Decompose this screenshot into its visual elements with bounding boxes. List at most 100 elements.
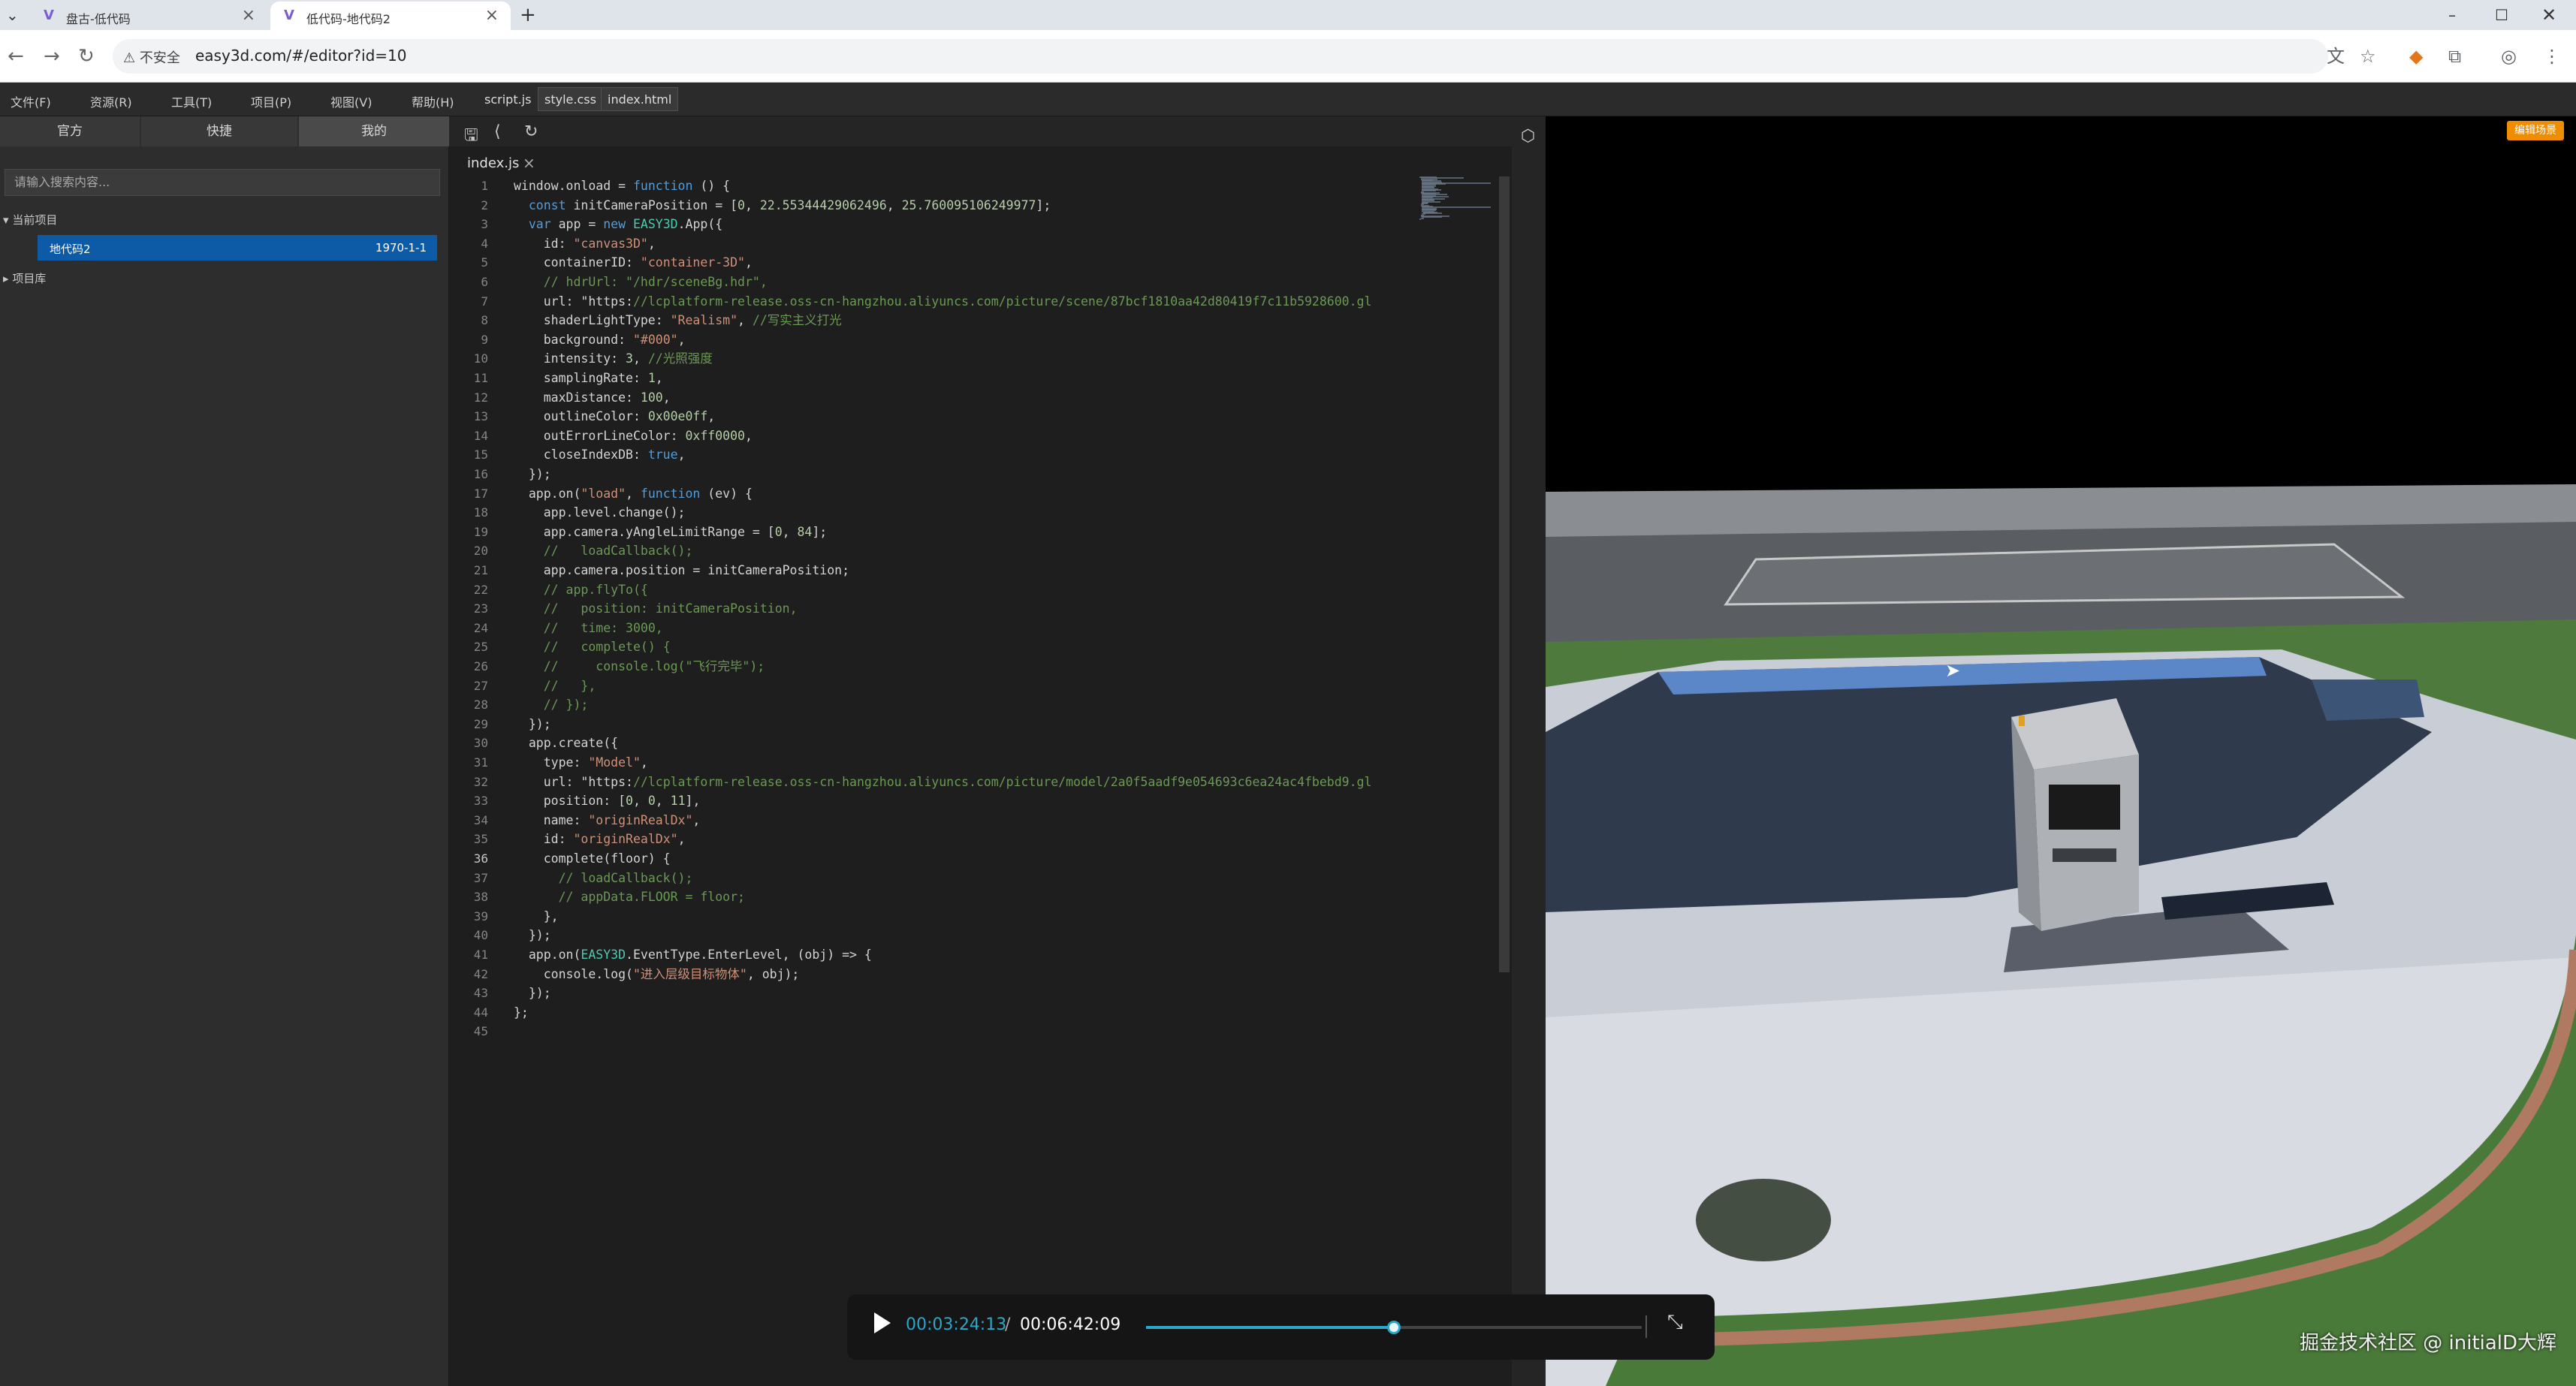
code-line: outErrorLineColor: 0xff0000,: [514, 428, 753, 443]
extensions-icon[interactable]: ⧉: [2448, 45, 2461, 68]
menu-tools[interactable]: 工具(T): [171, 92, 212, 110]
line-number: 15: [473, 447, 488, 463]
tab-index-html[interactable]: index.html: [601, 87, 679, 111]
tab-script-js[interactable]: script.js: [478, 87, 538, 111]
line-number: 28: [473, 698, 488, 713]
editor-file-tab[interactable]: index.js ×: [449, 149, 599, 176]
browser-tab-1-title: 盘古-低代码: [66, 12, 131, 26]
close-tab-icon[interactable]: ×: [485, 6, 499, 25]
tab-official[interactable]: 官方: [0, 116, 140, 146]
current-project-section[interactable]: ▾ 当前项目: [3, 212, 57, 227]
progress-knob[interactable]: [1387, 1321, 1401, 1334]
code-line: containerID: "container-3D",: [514, 255, 753, 270]
browser-tab-2-title: 低代码-地代码2: [306, 12, 391, 26]
code-line: });: [514, 716, 551, 731]
code-line: const initCameraPosition = [0, 22.553444…: [528, 197, 1051, 212]
exit-fullscreen-icon[interactable]: ⤡: [1667, 1311, 1683, 1334]
code-minimap[interactable]: [1419, 176, 1495, 221]
menu-help[interactable]: 帮助(H): [412, 92, 454, 110]
code-line: url: "https://lcplatform-release.oss-cn-…: [514, 774, 1372, 789]
project-library-label: 项目库: [12, 272, 47, 285]
code-line: id: "originRealDx",: [514, 832, 686, 847]
code-line: id: "canvas3D",: [514, 236, 656, 251]
reload-icon[interactable]: ↻: [78, 44, 95, 69]
refresh-icon[interactable]: ↻: [524, 122, 538, 141]
close-window-icon[interactable]: ✕: [2541, 0, 2556, 30]
project-row[interactable]: 地代码2 1970-1-1: [38, 235, 437, 261]
video-player-controls: 00:03:24:13 / 00:06:42:09 ⤡: [847, 1294, 1715, 1360]
bookmark-star-icon[interactable]: ☆: [2360, 45, 2376, 68]
line-number: 6: [481, 275, 488, 289]
forward-icon[interactable]: →: [44, 44, 60, 69]
play-icon[interactable]: [874, 1312, 891, 1333]
line-number: 27: [473, 678, 488, 693]
editor-scrollbar[interactable]: [1499, 176, 1510, 972]
cube-icon[interactable]: ⬡: [1521, 127, 1535, 146]
minimize-icon[interactable]: –: [2448, 0, 2456, 30]
code-line: position: [0, 0, 11],: [514, 794, 701, 809]
code-line: shaderLightType: "Realism", //写实主义打光: [514, 313, 842, 328]
editor-app: 文件(F) 资源(R) 工具(T) 项目(P) 视图(V) 帮助(H) scri…: [0, 83, 2576, 1386]
line-number: 34: [473, 812, 488, 827]
close-tab-icon[interactable]: ×: [242, 6, 255, 25]
progress-track[interactable]: [1146, 1321, 1642, 1334]
menu-resources[interactable]: 资源(R): [90, 92, 132, 110]
browser-tab-1[interactable]: V 盘古-低代码 ×: [30, 2, 267, 30]
3d-scene: [1546, 116, 2576, 1386]
watermark: 掘金技术社区 @ initialD大辉: [2300, 1332, 2557, 1354]
close-file-icon[interactable]: ×: [523, 154, 535, 172]
not-secure-badge[interactable]: ⚠ 不安全: [123, 47, 180, 67]
edit-scene-button[interactable]: 编辑场景: [2507, 121, 2564, 140]
url-input[interactable]: ⚠ 不安全 easy3d.com/#/editor?id=10: [113, 39, 2328, 74]
vue-logo-icon: V: [44, 8, 54, 23]
tree-shadow: [1696, 1179, 1831, 1261]
line-number: 43: [473, 986, 488, 1001]
back-icon[interactable]: ←: [8, 44, 24, 69]
project-date: 1970-1-1: [375, 241, 427, 255]
time-separator: /: [1005, 1315, 1011, 1334]
tab-mine[interactable]: 我的: [299, 116, 449, 146]
save-icon[interactable]: 🖫: [464, 122, 478, 151]
line-number: 37: [473, 870, 488, 885]
3d-viewport[interactable]: 编辑场景 ➤: [1546, 116, 2576, 1386]
code-line: type: "Model",: [514, 755, 648, 770]
line-number: 32: [473, 774, 488, 789]
line-number: 9: [481, 332, 488, 347]
menu-view[interactable]: 视图(V): [330, 92, 372, 110]
tab-shortcut[interactable]: 快捷: [141, 116, 297, 146]
translate-icon[interactable]: 文: [2327, 45, 2345, 68]
line-number: 18: [473, 505, 488, 520]
project-library-section[interactable]: ▸ 项目库: [3, 270, 46, 286]
caret-right-icon: ▸: [3, 272, 13, 285]
line-number: 13: [473, 409, 488, 424]
menu-bar: 文件(F) 资源(R) 工具(T) 项目(P) 视图(V) 帮助(H) scri…: [0, 83, 2576, 116]
maximize-icon[interactable]: ☐: [2495, 0, 2508, 30]
not-secure-label: 不安全: [139, 50, 180, 66]
code-line: },: [514, 908, 559, 923]
code-line: complete(floor) {: [514, 851, 671, 866]
code-line: };: [514, 1005, 529, 1020]
share-icon[interactable]: ⟨: [494, 122, 501, 141]
line-number: 23: [473, 601, 488, 616]
editor-file-tab-label: index.js: [467, 155, 520, 171]
browser-tab-2[interactable]: V 低代码-地代码2 ×: [270, 2, 511, 30]
tab-style-css[interactable]: style.css: [538, 87, 603, 111]
code-line: background: "#000",: [514, 332, 686, 347]
more-menu-icon[interactable]: ⋮: [2543, 45, 2561, 68]
line-number: 19: [473, 524, 488, 539]
line-number: 24: [473, 620, 488, 635]
search-input[interactable]: 请输入搜索内容...: [5, 169, 440, 196]
menu-project[interactable]: 项目(P): [251, 92, 291, 110]
tab-search-icon[interactable]: ⌄: [6, 0, 19, 30]
line-number: 7: [481, 294, 488, 309]
line-number-gutter: 1 2 3 4 5 6 7 8 9 10 11 12 13 14 15 16 17 18 19 20 21 22 23 24 2…: [449, 176, 509, 1152]
editor-toolbar: 🖫 ⟨ ↻: [449, 116, 1512, 146]
profile-icon[interactable]: ◎: [2501, 45, 2517, 68]
menu-file[interactable]: 文件(F): [11, 92, 51, 110]
code-line: // app.flyTo({: [543, 582, 648, 597]
minimap-line: [1422, 212, 1442, 215]
new-tab-button[interactable]: +: [520, 0, 536, 30]
code-line: intensity: 3, //光照强度: [514, 351, 713, 366]
metamask-extension-icon[interactable]: ◆: [2409, 45, 2423, 68]
line-number: 12: [473, 390, 488, 405]
